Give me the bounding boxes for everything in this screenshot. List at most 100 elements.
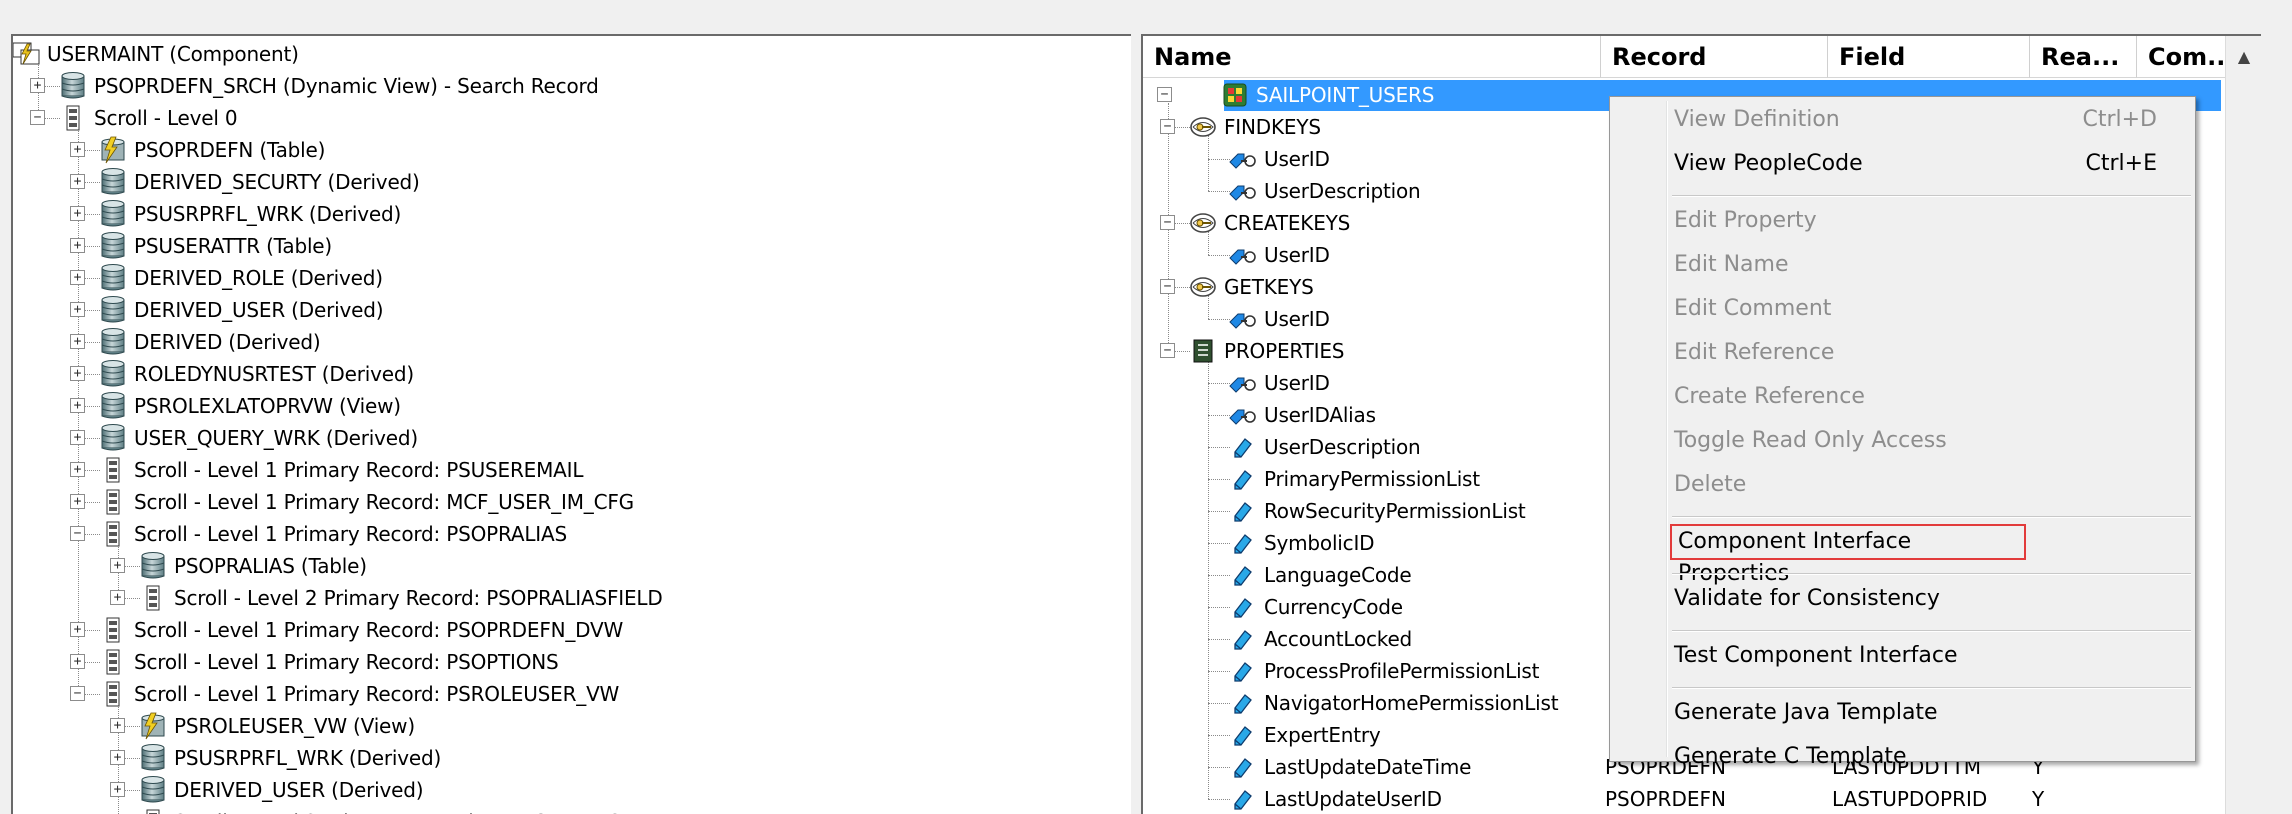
- tree-node-derived-securty-derived[interactable]: DERIVED_SECURTY (Derived): [98, 166, 420, 198]
- column-record[interactable]: Record: [1601, 36, 1828, 78]
- tree-node-roledynusrtest-derived[interactable]: ROLEDYNUSRTEST (Derived): [98, 358, 414, 390]
- menu-view-peoplecode[interactable]: View PeopleCode Ctrl+E: [1674, 146, 2185, 182]
- collapse-node-icon[interactable]: −: [30, 110, 45, 125]
- tree-node-scroll-level-1-primary-record-psoptions[interactable]: Scroll - Level 1 Primary Record: PSOPTIO…: [98, 646, 559, 678]
- scroll-up-arrow-icon[interactable]: ▲: [2226, 36, 2261, 76]
- tree-node-lastupdatedatetime[interactable]: LastUpdateDateTime: [1228, 751, 1471, 783]
- tree-node-derived-user-derived[interactable]: DERIVED_USER (Derived): [138, 774, 424, 806]
- menu-edit-reference[interactable]: Edit Reference: [1674, 335, 2185, 371]
- tree-node-psusrprfl-wrk-derived[interactable]: PSUSRPRFL_WRK (Derived): [98, 198, 401, 230]
- menu-edit-comment[interactable]: Edit Comment: [1674, 291, 2185, 327]
- tree-node-currencycode[interactable]: CurrencyCode: [1228, 591, 1403, 623]
- tree-node-scroll-level-1-primary-record-psopralias[interactable]: Scroll - Level 1 Primary Record: PSOPRAL…: [98, 518, 567, 550]
- expand-node-icon[interactable]: +: [70, 142, 85, 157]
- tree-node-usermaint-component[interactable]: USERMAINT (Component): [13, 38, 299, 70]
- expand-node-icon[interactable]: +: [110, 750, 125, 765]
- menu-validate[interactable]: Validate for Consistency: [1674, 581, 2185, 617]
- expand-node-icon[interactable]: +: [70, 270, 85, 285]
- tree-node-findkeys[interactable]: FINDKEYS: [1188, 111, 1321, 143]
- menu-edit-property[interactable]: Edit Property: [1674, 203, 2185, 239]
- tree-node-user-query-wrk-derived[interactable]: USER_QUERY_WRK (Derived): [98, 422, 418, 454]
- collapse-node-icon[interactable]: −: [1157, 87, 1172, 102]
- tree-node-primarypermissionlist[interactable]: PrimaryPermissionList: [1228, 463, 1480, 495]
- tree-node-expertentry[interactable]: ExpertEntry: [1228, 719, 1381, 751]
- menu-toggle-read-only[interactable]: Toggle Read Only Access: [1674, 423, 2185, 459]
- expand-node-icon[interactable]: +: [110, 558, 125, 573]
- expand-node-icon[interactable]: +: [70, 302, 85, 317]
- menu-generate-java[interactable]: Generate Java Template: [1674, 695, 2185, 731]
- tree-node-psusrprfl-wrk-derived[interactable]: PSUSRPRFL_WRK (Derived): [138, 742, 441, 774]
- tree-node-psuserattr-table[interactable]: PSUSERATTR (Table): [98, 230, 332, 262]
- tree-node-scroll-level-1-primary-record-psroleuser-vw[interactable]: Scroll - Level 1 Primary Record: PSROLEU…: [98, 678, 619, 710]
- expand-node-icon[interactable]: +: [70, 462, 85, 477]
- collapse-node-icon[interactable]: −: [70, 686, 85, 701]
- tree-node-psroleuser-vw-view[interactable]: PSROLEUSER_VW (View): [138, 710, 415, 742]
- tree-node-psoprdefn-srch-dynamic-view-search-record[interactable]: PSOPRDEFN_SRCH (Dynamic View) - Search R…: [58, 70, 599, 102]
- tree-node-languagecode[interactable]: LanguageCode: [1228, 559, 1412, 591]
- tree-node-getkeys[interactable]: GETKEYS: [1188, 271, 1314, 303]
- database-icon: [138, 552, 168, 580]
- tree-node-label: CREATEKEYS: [1224, 211, 1351, 235]
- column-comment[interactable]: Com...: [2137, 36, 2227, 78]
- tree-node-accountlocked[interactable]: AccountLocked: [1228, 623, 1412, 655]
- menu-create-reference[interactable]: Create Reference: [1674, 379, 2185, 415]
- vertical-scrollbar[interactable]: ▲ ≡: [2225, 36, 2261, 814]
- tree-node-scroll-level-1-primary-record-psoprdefn-dvw[interactable]: Scroll - Level 1 Primary Record: PSOPRDE…: [98, 614, 623, 646]
- tree-node-processprofilepermissionlist[interactable]: ProcessProfilePermissionList: [1228, 655, 1539, 687]
- expand-node-icon[interactable]: +: [70, 174, 85, 189]
- column-name[interactable]: Name: [1143, 36, 1601, 78]
- tree-node-userid[interactable]: UserID: [1228, 239, 1330, 271]
- tree-node-scroll-level-0[interactable]: Scroll - Level 0: [58, 102, 238, 134]
- expand-node-icon[interactable]: +: [70, 334, 85, 349]
- menu-view-definition[interactable]: View Definition Ctrl+D: [1674, 102, 2185, 138]
- tree-node-symbolicid[interactable]: SymbolicID: [1228, 527, 1375, 559]
- tree-node-userdescription[interactable]: UserDescription: [1228, 175, 1421, 207]
- tree-node-derived-role-derived[interactable]: DERIVED_ROLE (Derived): [98, 262, 383, 294]
- tree-node-derived-user-derived[interactable]: DERIVED_USER (Derived): [98, 294, 384, 326]
- collapse-node-icon[interactable]: −: [70, 526, 85, 541]
- menu-delete[interactable]: Delete: [1674, 467, 2185, 503]
- tree-node-derived-derived[interactable]: DERIVED (Derived): [98, 326, 321, 358]
- menu-ci-properties[interactable]: Component Interface Properties: [1670, 524, 2026, 586]
- expand-node-icon[interactable]: +: [30, 78, 45, 93]
- component-tree-pane[interactable]: USERMAINT (Component) + PSOPRDEFN_SRCH (Dy…: [11, 34, 1131, 814]
- column-field[interactable]: Field: [1828, 36, 2030, 78]
- expand-node-icon[interactable]: +: [70, 430, 85, 445]
- expand-node-icon[interactable]: +: [110, 782, 125, 797]
- expand-node-icon[interactable]: +: [110, 590, 125, 605]
- tree-node-properties[interactable]: PROPERTIES: [1188, 335, 1344, 367]
- collapse-node-icon[interactable]: −: [1160, 279, 1175, 294]
- expand-node-icon[interactable]: +: [70, 654, 85, 669]
- collapse-node-icon[interactable]: −: [1160, 215, 1175, 230]
- menu-generate-c[interactable]: Generate C Template: [1674, 739, 2185, 775]
- tree-node-psoprdefn-table[interactable]: PSOPRDEFN (Table): [98, 134, 325, 166]
- menu-edit-name[interactable]: Edit Name: [1674, 247, 2185, 283]
- tree-node-scroll-level-2-primary-record-rte-cntl-userval[interactable]: Scroll - Level 2 Primary Record: RTE_CNT…: [138, 806, 683, 814]
- expand-node-icon[interactable]: +: [70, 366, 85, 381]
- tree-node-psrolexlatoprvw-view[interactable]: PSROLEXLATOPRVW (View): [98, 390, 401, 422]
- collapse-node-icon[interactable]: −: [1160, 119, 1175, 134]
- expand-node-icon[interactable]: +: [70, 494, 85, 509]
- tree-node-createkeys[interactable]: CREATEKEYS: [1188, 207, 1350, 239]
- tree-node-scroll-level-1-primary-record-psuseremail[interactable]: Scroll - Level 1 Primary Record: PSUSERE…: [98, 454, 583, 486]
- tree-node-scroll-level-2-primary-record-psopraliasfield[interactable]: Scroll - Level 2 Primary Record: PSOPRAL…: [138, 582, 663, 614]
- expand-node-icon[interactable]: +: [70, 206, 85, 221]
- tree-node-scroll-level-1-primary-record-mcf-user-im-cfg[interactable]: Scroll - Level 1 Primary Record: MCF_USE…: [98, 486, 634, 518]
- expand-node-icon[interactable]: +: [70, 238, 85, 253]
- tree-node-userdescription[interactable]: UserDescription: [1228, 431, 1421, 463]
- tree-node-lastupdateuserid[interactable]: LastUpdateUserID: [1228, 783, 1442, 814]
- collapse-node-icon[interactable]: −: [1160, 343, 1175, 358]
- tree-node-navigatorhomepermissionlist[interactable]: NavigatorHomePermissionList: [1228, 687, 1559, 719]
- tree-node-userid[interactable]: UserID: [1228, 367, 1330, 399]
- tree-node-useridalias[interactable]: UserIDAlias: [1228, 399, 1376, 431]
- expand-node-icon[interactable]: +: [70, 398, 85, 413]
- tree-node-sailpoint-users[interactable]: SAILPOINT_USERS: [1220, 79, 1434, 111]
- tree-node-userid[interactable]: UserID: [1228, 143, 1330, 175]
- tree-node-rowsecuritypermissionlist[interactable]: RowSecurityPermissionList: [1228, 495, 1526, 527]
- expand-node-icon[interactable]: +: [70, 622, 85, 637]
- expand-node-icon[interactable]: +: [110, 718, 125, 733]
- column-read-only[interactable]: Rea...: [2030, 36, 2137, 78]
- tree-node-userid[interactable]: UserID: [1228, 303, 1330, 335]
- tree-node-psopralias-table[interactable]: PSOPRALIAS (Table): [138, 550, 367, 582]
- menu-test-ci[interactable]: Test Component Interface: [1674, 638, 2185, 674]
